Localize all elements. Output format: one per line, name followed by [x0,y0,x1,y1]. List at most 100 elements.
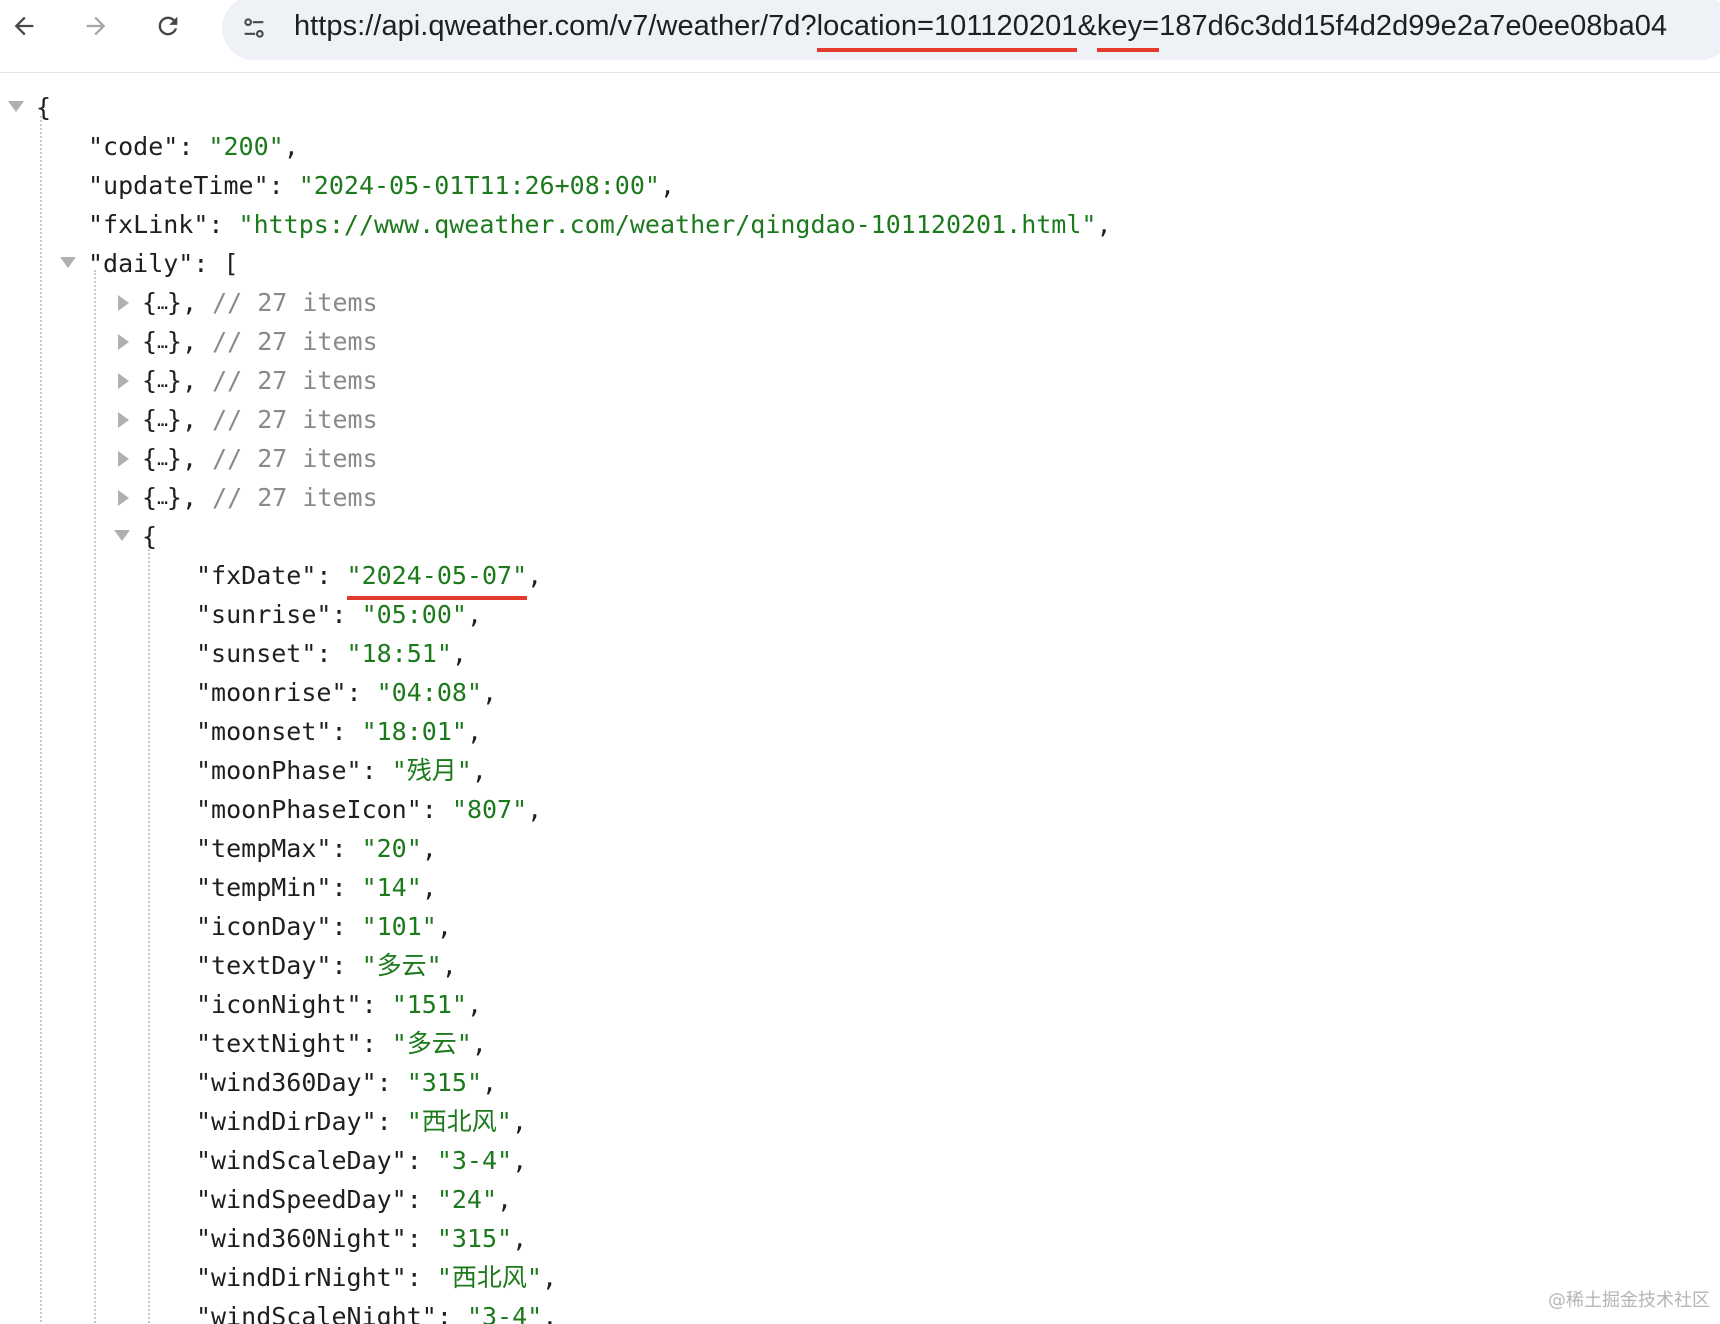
collapse-daily-toggle[interactable] [60,257,76,268]
json-value: "3-4" [466,1302,543,1324]
json-link-value[interactable]: "https://www.qweather.com/weather/qingda… [239,210,1097,239]
reload-button[interactable] [148,6,188,46]
json-key: "updateTime" [88,171,269,200]
json-key: "textNight" [196,1029,362,1058]
json-value-highlighted: "2024-05-07" [346,556,528,600]
json-key: "iconDay" [196,912,332,941]
json-field-row: "wind360Night": "315", [196,1224,528,1253]
collapsed-object-row[interactable]: {…}, // 27 items [142,361,378,400]
json-value: "残月" [391,756,472,785]
json-value: "多云" [361,951,442,980]
json-field-row: "sunset": "18:51", [196,639,467,668]
json-field-row: "windScaleDay": "3-4", [196,1146,528,1175]
json-value: "101" [361,912,437,941]
item-count-comment: // 27 items [212,366,378,395]
arrow-left-icon [14,16,34,36]
brace: { [36,93,52,122]
json-line-fxLink: "fxLink": "https://www.qweather.com/weat… [88,210,1112,239]
json-key: "moonPhaseIcon" [196,795,422,824]
json-line-code: "code": "200", [88,132,299,161]
json-value: "151" [391,990,467,1019]
url-prefix: https://api.qweather.com/v7/weather/7d? [294,10,817,42]
collapsed-object-row[interactable]: {…}, // 27 items [142,400,378,439]
json-field-row: "windDirNight": "西北风", [196,1263,557,1292]
json-field-row: "fxDate": "2024-05-07", [196,556,542,600]
json-key: "code" [88,132,179,161]
json-value: "2024-05-01T11:26+08:00" [298,171,660,200]
json-key: "sunset" [196,639,317,668]
indent-guide-item [148,542,150,1324]
json-value: "315" [436,1224,513,1253]
expand-item-toggle[interactable] [118,334,129,350]
json-field-row: "iconDay": "101", [196,912,452,941]
bracket: [ [223,249,239,278]
json-value: "3-4" [436,1146,513,1175]
json-field-row: "tempMax": "20", [196,834,437,863]
json-field-row: "textNight": "多云", [196,1029,487,1058]
json-value: "24" [436,1185,498,1214]
json-key: "moonPhase" [196,756,362,785]
json-line-updateTime: "updateTime": "2024-05-01T11:26+08:00", [88,171,676,200]
collapse-item-toggle[interactable] [114,530,130,541]
json-field-row: "iconNight": "151", [196,990,483,1019]
back-button[interactable] [4,6,44,46]
collapsed-object-row[interactable]: {…}, // 27 items [142,322,378,361]
json-field-row: "windScaleNight": "3-4", [196,1297,557,1324]
item-count-comment: // 27 items [212,327,378,356]
reload-icon [158,16,178,36]
json-line-daily: "daily": [ [88,249,239,278]
json-field-row: "windSpeedDay": "24", [196,1185,513,1214]
json-value: "18:01" [361,717,467,746]
json-value: "807" [451,795,528,824]
json-key: "tempMin" [196,873,332,902]
json-key: "windDirDay" [196,1107,377,1136]
collapsed-object-row[interactable]: {…}, // 27 items [142,439,378,478]
json-key: "windScaleNight" [196,1302,437,1324]
json-key: "windDirNight" [196,1263,407,1292]
expand-item-toggle[interactable] [118,373,129,389]
json-field-row: "moonset": "18:01", [196,717,482,746]
json-key: "windScaleDay" [196,1146,407,1175]
json-key: "sunrise" [196,600,332,629]
json-field-row: "wind360Day": "315", [196,1068,498,1097]
url-text[interactable]: https://api.qweather.com/v7/weather/7d?l… [294,4,1668,52]
json-root-open: { [36,88,51,127]
item-count-comment: // 27 items [212,288,378,317]
expand-item-toggle[interactable] [118,295,129,311]
json-field-row: "moonPhase": "残月", [196,756,487,785]
json-value: "200" [208,132,284,161]
json-value: "04:08" [376,678,482,707]
item-count-comment: // 27 items [212,444,378,473]
json-value: "西北风" [436,1263,542,1292]
indent-guide-daily [94,270,96,1324]
url-key-value: 187d6c3dd15f4d2d99e2a7e0ee08ba04 [1159,10,1668,42]
json-key: "tempMax" [196,834,332,863]
json-key: "moonset" [196,717,332,746]
item-count-comment: // 27 items [212,483,378,512]
json-value: "20" [361,834,422,863]
json-value: "多云" [391,1029,472,1058]
json-value: "05:00" [361,600,467,629]
json-key: "textDay" [196,951,332,980]
url-key-label-highlighted: key= [1096,4,1160,52]
forward-button[interactable] [76,6,116,46]
json-value: "西北风" [406,1107,512,1136]
collapse-root-toggle[interactable] [8,101,24,112]
url-location-highlighted: location=101120201 [816,4,1078,52]
json-item-open: { [142,517,157,556]
json-field-row: "textDay": "多云", [196,951,457,980]
expand-item-toggle[interactable] [118,451,129,467]
indent-guide-root [40,116,42,1324]
json-key: "fxLink" [88,210,209,239]
item-count-comment: // 27 items [212,405,378,434]
json-value: "14" [361,873,422,902]
site-info-button[interactable] [234,8,274,48]
collapsed-object-row[interactable]: {…}, // 27 items [142,478,378,517]
json-key: "iconNight" [196,990,362,1019]
expand-item-toggle[interactable] [118,490,129,506]
json-key: "moonrise" [196,678,347,707]
address-bar[interactable]: https://api.qweather.com/v7/weather/7d?l… [222,0,1720,60]
expand-item-toggle[interactable] [118,412,129,428]
json-key: "daily" [88,249,194,278]
collapsed-object-row[interactable]: {…}, // 27 items [142,283,378,322]
